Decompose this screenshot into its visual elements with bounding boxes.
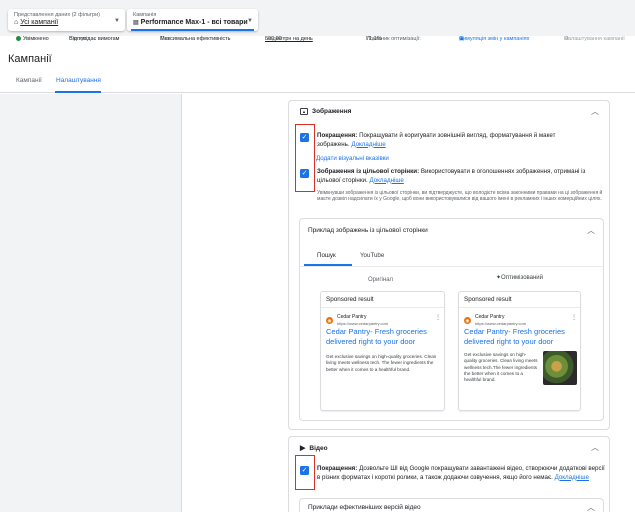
left-pane (0, 94, 182, 512)
selected-underline (131, 29, 254, 31)
view-selector[interactable]: Представлення даних (2 фільтри) ⌂ Усі ка… (8, 9, 125, 31)
landing-images-text: Зображення із цільової сторінки: Викорис… (317, 168, 586, 184)
images-section: ▲ Зображення ︿ ✓ Покращення: Покращувати… (288, 100, 610, 430)
home-icon: ⌂ (14, 19, 19, 26)
highlight-box-video (295, 455, 315, 490)
ad-preview-original: Sponsored result ◉ Cedar Pantry https://… (320, 291, 445, 411)
campaign-state: Увімкнено (23, 36, 49, 42)
campaign-selector-caption: Кампанія (133, 12, 157, 18)
active-tab-indicator (55, 91, 101, 93)
original-label: Оригінал (368, 277, 394, 283)
enhance-video-learn-more[interactable]: Докладніше (555, 474, 589, 481)
dropdown-arrow-icon: ▼ (114, 18, 120, 24)
enhance-images-text: Покращення: Покращувати й коригувати зов… (317, 132, 556, 148)
highlight-box-images (295, 124, 315, 192)
video-section: ▶ Відео ︿ ✓ Покращення: Дозвольте ШІ від… (288, 436, 610, 512)
campaign-status-bar: Увімкнено Статус: Відповідає вимогам Тип… (0, 36, 635, 46)
chevron-up-icon[interactable]: ︿ (591, 442, 599, 453)
optimized-label: Оптимізований (501, 275, 543, 281)
image-icon: ▲ (300, 108, 308, 115)
add-visual-hints-link[interactable]: Додати візуальні вказівки (316, 155, 389, 164)
video-icon: ▶ (300, 445, 306, 452)
chevron-up-icon[interactable]: ︿ (591, 106, 599, 117)
enhance-images-learn-more[interactable]: Докладніше (351, 141, 385, 148)
status-dot-icon (16, 36, 21, 42)
tab-campaigns[interactable]: Кампанії (16, 77, 42, 84)
campaign-selector-value: Performance Max-1 - всі товари (140, 19, 248, 26)
view-selector-value: Усі кампанії (20, 19, 59, 26)
ad-preview-optimized: Sponsored result ◉ Cedar Pantry https://… (458, 291, 581, 411)
landing-images-learn-more[interactable]: Докладніше (369, 177, 403, 184)
example-title: Приклад зображень із цільової сторінки (308, 227, 428, 234)
campaign-icon: ▤ (133, 20, 139, 26)
video-section-title: Відео (309, 444, 328, 452)
enhance-video-text: Покращення: Дозвольте ШІ від Google покр… (317, 465, 605, 481)
video-examples: Приклади ефективніших версій відео ︿ (299, 498, 604, 512)
chevron-up-icon[interactable]: ︿ (587, 225, 595, 236)
video-examples-title: Приклади ефективніших версій відео (308, 504, 421, 511)
more-vert-icon: ⋮ (571, 315, 577, 321)
landing-images-disclaimer: Увімкнувши зображення із цільової сторін… (317, 190, 603, 203)
images-section-title: Зображення (312, 108, 352, 115)
chevron-up-icon[interactable]: ︿ (587, 502, 595, 512)
brand-logo-icon: ◉ (326, 317, 333, 324)
dropdown-arrow-icon: ▼ (247, 18, 253, 24)
more-vert-icon: ⋮ (435, 315, 441, 321)
view-selector-caption: Представлення даних (2 фільтри) (14, 12, 101, 18)
campaign-selector[interactable]: Кампанія ▤ Performance Max-1 - всі товар… (127, 9, 258, 31)
landing-page-image (543, 351, 577, 385)
tabs: Кампанії Налаштування (0, 76, 635, 93)
page-title: Кампанії (8, 53, 52, 65)
tab-youtube[interactable]: YouTube (360, 252, 384, 261)
tab-settings[interactable]: Налаштування (56, 77, 101, 84)
brand-logo-icon: ◉ (464, 317, 471, 324)
top-bar: Представлення даних (2 фільтри) ⌂ Усі ка… (0, 0, 635, 36)
tab-search[interactable]: Пошук (317, 252, 336, 261)
landing-images-example: Приклад зображень із цільової сторінки ︿… (299, 218, 604, 421)
